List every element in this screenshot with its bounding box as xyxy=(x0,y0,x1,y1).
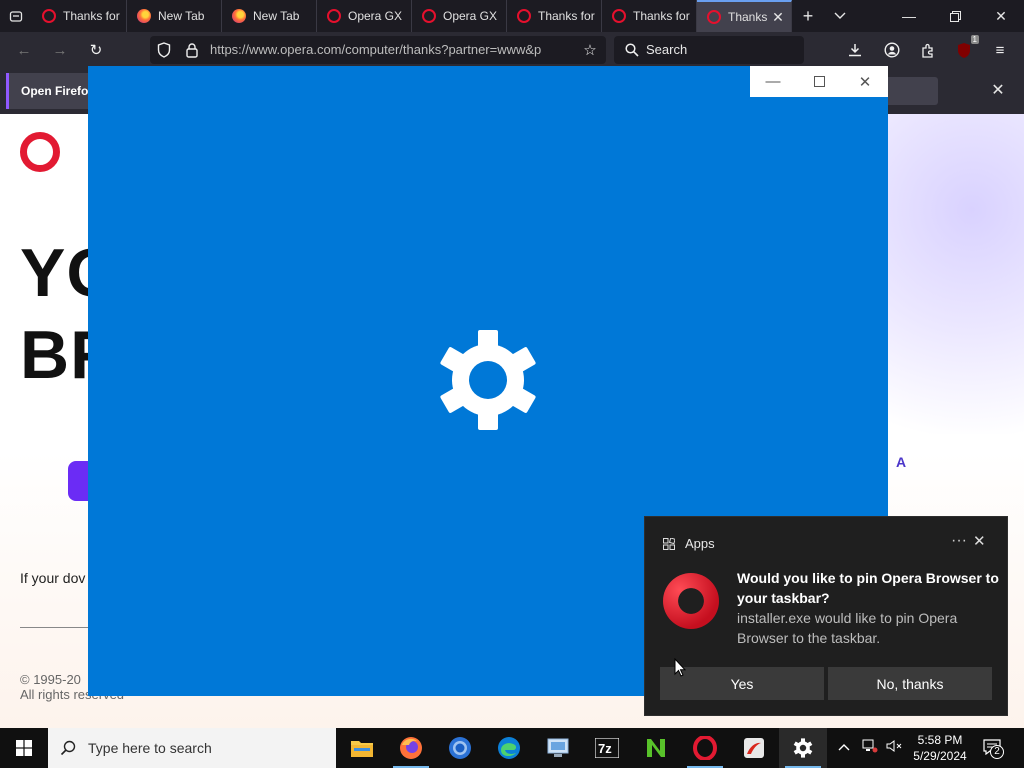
tab-list-icon[interactable] xyxy=(0,0,32,32)
close-notification-icon[interactable]: ✕ xyxy=(988,80,1008,100)
open-firefox-button[interactable]: Open Firefox xyxy=(6,73,96,109)
taskbar-search-input[interactable]: Type here to search xyxy=(48,728,336,768)
tab-new-1[interactable]: New Tab xyxy=(127,0,222,32)
shield-icon[interactable] xyxy=(152,38,176,62)
divider xyxy=(20,627,90,628)
tab-thanks-active[interactable]: Thanks ✕ xyxy=(697,0,792,32)
tab-new-2[interactable]: New Tab xyxy=(222,0,317,32)
opera-logo-icon[interactable] xyxy=(20,132,60,172)
7zip-icon[interactable]: 7z xyxy=(583,728,631,768)
bookmark-star-icon[interactable]: ☆ xyxy=(578,38,602,62)
chrome-icon[interactable] xyxy=(436,728,484,768)
restore-icon[interactable] xyxy=(932,0,978,32)
download-help-text: If your dov xyxy=(20,570,86,586)
mouse-cursor-icon xyxy=(674,658,686,677)
lock-icon[interactable] xyxy=(180,38,204,62)
opera-icon xyxy=(707,10,721,24)
forward-icon[interactable]: → xyxy=(48,38,72,62)
settings-gear-icon[interactable] xyxy=(779,728,827,768)
chevron-down-icon[interactable] xyxy=(824,0,856,32)
new-tab-icon[interactable]: + xyxy=(792,0,824,32)
tab-label: Thanks for xyxy=(63,9,120,23)
firefox-icon xyxy=(137,9,151,23)
clock-date: 5/29/2024 xyxy=(913,749,967,763)
notepad-plus-icon[interactable] xyxy=(632,728,680,768)
tab-label: Opera GX | xyxy=(443,9,500,23)
gear-icon xyxy=(440,330,536,430)
close-tab-icon[interactable]: ✕ xyxy=(771,9,785,26)
search-input[interactable]: Search xyxy=(614,36,804,64)
reload-icon[interactable]: ↻ xyxy=(84,38,108,62)
clock-time: 5:58 PM xyxy=(917,733,963,747)
opera-icon[interactable] xyxy=(681,728,729,768)
url-text[interactable]: https://www.opera.com/computer/thanks?pa… xyxy=(210,42,570,57)
maximize-icon[interactable] xyxy=(796,66,842,97)
page-link[interactable]: A xyxy=(896,454,906,470)
installer-title-buttons: — ✕ xyxy=(750,66,888,97)
tab-thanks-3[interactable]: Thanks for xyxy=(602,0,697,32)
back-icon[interactable]: ← xyxy=(12,38,36,62)
navigation-bar: ← → ↻ https://www.opera.com/computer/tha… xyxy=(0,32,1024,68)
tab-strip: Thanks for New Tab New Tab Opera GX | Op… xyxy=(0,0,1024,32)
tab-label: Opera GX | xyxy=(348,9,405,23)
tab-thanks-1[interactable]: Thanks for xyxy=(32,0,127,32)
close-window-icon[interactable]: ✕ xyxy=(978,0,1024,32)
url-bar[interactable]: https://www.opera.com/computer/thanks?pa… xyxy=(150,36,606,64)
tab-thanks-2[interactable]: Thanks for xyxy=(507,0,602,32)
pin-taskbar-toast: Apps ··· ✕ Would you like to pin Opera B… xyxy=(644,516,1008,716)
close-icon[interactable]: ✕ xyxy=(973,532,986,550)
toast-app-name: Apps xyxy=(685,536,715,551)
extension-badge: 1 xyxy=(970,35,979,44)
control-panel-icon[interactable] xyxy=(534,728,582,768)
minimize-icon[interactable]: — xyxy=(750,66,796,97)
firefox-icon[interactable] xyxy=(387,728,435,768)
network-icon[interactable] xyxy=(862,739,878,756)
more-options-icon[interactable]: ··· xyxy=(951,532,967,550)
notification-field[interactable] xyxy=(880,77,938,105)
windows-logo-icon xyxy=(16,740,32,756)
file-explorer-icon[interactable] xyxy=(338,728,386,768)
opera-icon xyxy=(327,9,341,23)
chevron-up-icon[interactable] xyxy=(838,739,850,754)
ublock-icon[interactable]: 1 xyxy=(952,35,979,62)
apps-icon xyxy=(663,538,675,550)
taskbar: Type here to search 7z 5:58 PM 5/29/2024 xyxy=(0,728,1024,768)
tab-label: Thanks xyxy=(728,10,768,24)
clock[interactable]: 5:58 PM 5/29/2024 xyxy=(905,732,975,764)
speaker-muted-icon[interactable] xyxy=(886,739,902,756)
edge-icon[interactable] xyxy=(485,728,533,768)
search-placeholder: Search xyxy=(646,42,688,57)
tab-label: New Tab xyxy=(253,9,300,23)
no-thanks-button[interactable]: No, thanks xyxy=(828,667,992,700)
close-icon[interactable]: ✕ xyxy=(842,66,888,97)
search-icon xyxy=(60,740,76,756)
opera-icon xyxy=(422,9,436,23)
toast-body: installer.exe would like to pin Opera Br… xyxy=(737,610,958,646)
opera-icon xyxy=(42,9,56,23)
tab-opera-gx-1[interactable]: Opera GX | xyxy=(317,0,412,32)
account-icon[interactable] xyxy=(880,38,904,62)
acrobat-icon[interactable] xyxy=(730,728,778,768)
opera-icon xyxy=(612,9,626,23)
taskbar-search-placeholder: Type here to search xyxy=(88,740,212,756)
firefox-icon xyxy=(232,9,246,23)
svg-text:7z: 7z xyxy=(598,741,612,756)
menu-icon[interactable]: ≡ xyxy=(988,38,1012,62)
tab-label: Thanks for xyxy=(538,9,595,23)
tab-label: Thanks for xyxy=(633,9,690,23)
tab-opera-gx-2[interactable]: Opera GX | xyxy=(412,0,507,32)
download-icon[interactable] xyxy=(843,38,867,62)
minimize-icon[interactable]: — xyxy=(886,0,932,32)
extensions-icon[interactable] xyxy=(916,38,940,62)
windows-start-button[interactable] xyxy=(0,728,48,768)
notification-count-badge: 2 xyxy=(990,745,1004,759)
opera-icon xyxy=(517,9,531,23)
search-icon xyxy=(620,38,644,62)
tab-label: New Tab xyxy=(158,9,205,23)
toast-title: Would you like to pin Opera Browser to y… xyxy=(737,570,999,606)
opera-logo-icon xyxy=(663,573,719,629)
